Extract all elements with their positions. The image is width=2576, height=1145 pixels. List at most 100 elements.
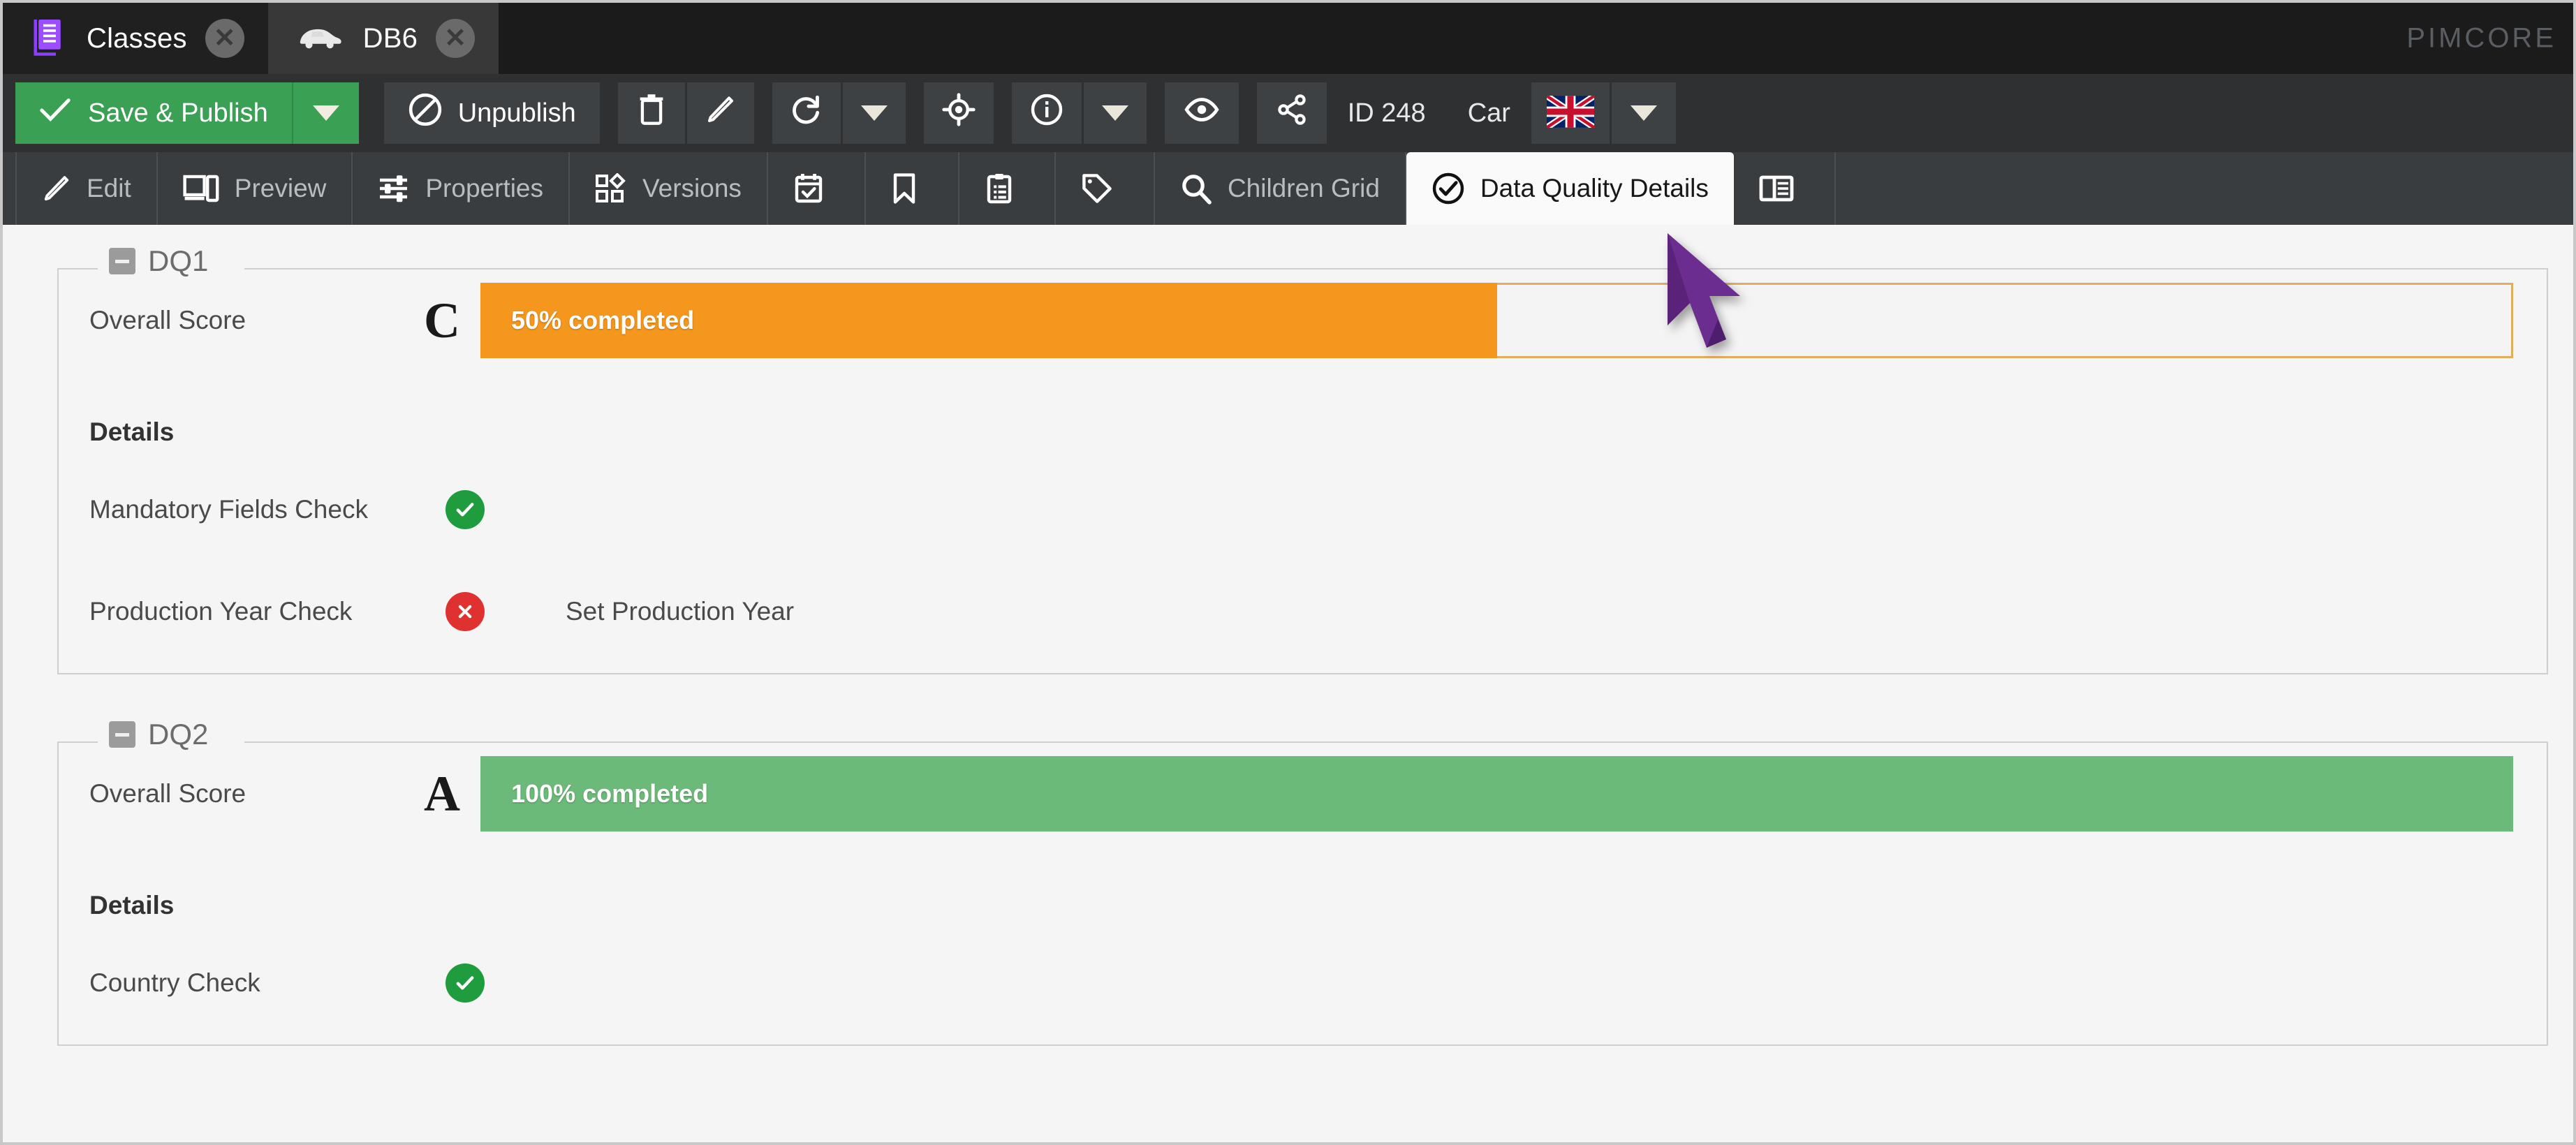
info-options-button[interactable] [1083, 82, 1147, 144]
save-publish-button[interactable]: Save & Publish [15, 82, 292, 144]
section-legend-label: DQ2 [148, 718, 209, 751]
target-icon [942, 93, 976, 133]
section-dq1: DQ1 Overall Score C 50% completed Detail… [57, 244, 2548, 674]
check-row: Mandatory Fields Check [59, 468, 2547, 552]
tab-label: Data Quality Details [1480, 174, 1709, 202]
main-toolbar: Save & Publish Unpublish ID 248 Car [3, 74, 2573, 152]
data-quality-panel: DQ1 Overall Score C 50% completed Detail… [3, 228, 2573, 1142]
tab-versions[interactable]: Versions [570, 152, 768, 225]
tab-edit[interactable]: Edit [15, 152, 158, 225]
pimcore-logo: PIMCORE [2406, 23, 2556, 54]
pimcore-window: Classes ✕ DB6 ✕ PIMCORE Save & Publish U… [0, 0, 2576, 1145]
overall-score-grade: C [424, 292, 460, 348]
save-publish-menu-button[interactable] [291, 82, 359, 144]
overall-score-grade: A [424, 765, 460, 822]
progress-bar-label: 50% completed [511, 306, 695, 334]
check-row: Country Check [59, 941, 2547, 1025]
pimcore-logo-text: PIMCORE [2406, 22, 2556, 54]
tab-properties[interactable]: Properties [353, 152, 571, 225]
schedule-calendar-icon [793, 172, 824, 205]
unpublish-icon [408, 92, 443, 134]
check-circle-icon [446, 490, 485, 529]
x-circle-icon [446, 592, 485, 631]
progress-bar: 100% completed [480, 756, 2513, 832]
car-icon [296, 21, 345, 57]
locate-button[interactable] [923, 82, 994, 144]
trash-icon [636, 93, 667, 133]
tab-tags[interactable] [1056, 152, 1155, 225]
chevron-down-icon [1630, 105, 1657, 121]
language-flag-button[interactable] [1531, 82, 1610, 144]
pencil-icon [42, 173, 71, 204]
tag-icon [1081, 172, 1113, 205]
tab-label: Preview [234, 174, 327, 202]
check-row: Production Year Check Set Production Yea… [59, 570, 2547, 653]
devices-icon [183, 174, 219, 203]
tab-label: Properties [425, 174, 544, 202]
tab-label: Edit [87, 174, 131, 202]
split-panel-icon [1759, 175, 1794, 202]
check-circle-icon [446, 963, 485, 1003]
flag-gb-icon [1545, 93, 1596, 131]
pencil-icon [705, 94, 736, 133]
section-dq2: DQ2 Overall Score A 100% completed Detai… [57, 718, 2548, 1046]
close-icon[interactable]: ✕ [436, 19, 476, 58]
overall-score-label: Overall Score [89, 779, 246, 808]
rename-button[interactable] [686, 82, 754, 144]
object-id-label: ID 248 [1347, 98, 1426, 128]
details-heading: Details [89, 418, 175, 446]
window-tab-db6[interactable]: DB6 ✕ [267, 3, 499, 74]
window-tab-classes[interactable]: Classes ✕ [3, 3, 268, 74]
window-tab-label: Classes [87, 22, 187, 54]
sliders-icon [378, 173, 410, 204]
window-tab-label: DB6 [362, 22, 418, 54]
check-label: Mandatory Fields Check [89, 495, 368, 524]
section-dq1-legend[interactable]: DQ1 [98, 244, 220, 278]
language-select-button[interactable] [1611, 82, 1676, 144]
details-heading: Details [89, 891, 175, 919]
tab-label: Versions [642, 174, 742, 202]
save-publish-label: Save & Publish [88, 98, 268, 128]
unpublish-label: Unpublish [457, 98, 576, 128]
versions-icon [595, 173, 627, 204]
bookmark-icon [891, 172, 918, 205]
tab-label: Children Grid [1227, 174, 1380, 202]
info-button[interactable] [1011, 82, 1082, 144]
clipboard-icon [985, 172, 1014, 205]
reload-icon [790, 94, 823, 133]
object-class-label: Car [1467, 98, 1510, 128]
check-note: Set Production Year [566, 597, 795, 626]
overall-score-row: Overall Score C 50% completed [59, 268, 2547, 373]
save-publish-split-button: Save & Publish [15, 82, 359, 144]
preview-button[interactable] [1164, 82, 1239, 144]
tab-split-panel[interactable] [1734, 152, 1836, 225]
close-icon[interactable]: ✕ [205, 19, 244, 58]
tab-dependencies[interactable] [866, 152, 959, 225]
chevron-down-icon [1101, 105, 1128, 121]
tab-schedule[interactable] [768, 152, 866, 225]
tab-notes-events[interactable] [959, 152, 1056, 225]
share-button[interactable] [1256, 82, 1327, 144]
section-dq2-legend[interactable]: DQ2 [98, 718, 220, 751]
eye-icon [1183, 94, 1221, 132]
check-icon [39, 96, 71, 131]
overall-score-label: Overall Score [89, 306, 246, 334]
search-icon [1180, 172, 1212, 205]
collapse-icon[interactable] [109, 721, 135, 748]
section-legend-label: DQ1 [148, 244, 209, 277]
unpublish-button[interactable]: Unpublish [383, 82, 600, 144]
window-tab-strip: Classes ✕ DB6 ✕ PIMCORE [3, 3, 2573, 74]
delete-button[interactable] [617, 82, 685, 144]
collapse-icon[interactable] [109, 248, 135, 274]
overall-score-row: Overall Score A 100% completed [59, 741, 2547, 846]
tab-preview[interactable]: Preview [158, 152, 353, 225]
tab-children-grid[interactable]: Children Grid [1155, 152, 1406, 225]
progress-bar-label: 100% completed [511, 779, 709, 808]
check-label: Production Year Check [89, 597, 353, 626]
chevron-down-icon [860, 105, 888, 121]
progress-bar-fill [480, 756, 2513, 832]
reload-button[interactable] [772, 82, 841, 144]
tab-data-quality-details[interactable]: Data Quality Details [1406, 152, 1734, 225]
object-tab-bar: Edit Preview Properties Versions Childre… [3, 152, 2573, 225]
reload-options-button[interactable] [842, 82, 906, 144]
